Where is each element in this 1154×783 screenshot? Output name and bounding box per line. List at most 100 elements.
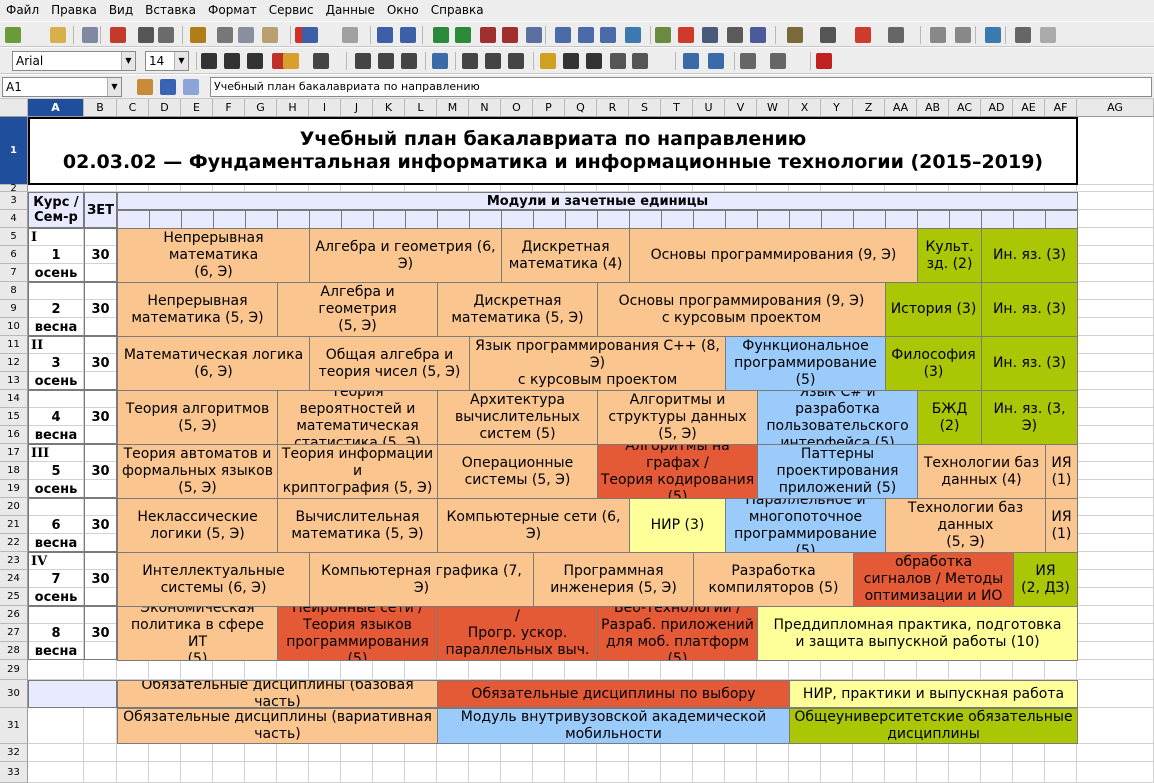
header-course[interactable]: Курс / Сем-р — [28, 192, 84, 228]
column-header[interactable]: G — [245, 99, 277, 117]
font-name-box[interactable]: Arial ▼ — [12, 51, 136, 71]
legend-item[interactable]: Обязательные дисциплины (базовая часть) — [117, 680, 438, 708]
row-header[interactable]: 1 — [0, 117, 28, 185]
chart-icon[interactable] — [678, 27, 694, 43]
season-label[interactable]: осень — [28, 588, 84, 606]
module-block[interactable]: БЖД (2) — [917, 390, 982, 445]
draw-functions-icon[interactable] — [787, 27, 803, 43]
hand-icon[interactable] — [888, 27, 904, 43]
menu-item[interactable]: Окно — [381, 0, 425, 21]
season-label[interactable]: осень — [28, 480, 84, 498]
semester-number[interactable]: 2 — [28, 300, 84, 318]
module-block[interactable]: Функциональное программирование (5) — [725, 336, 886, 391]
module-subheader-cell[interactable] — [309, 210, 342, 229]
hide-icon[interactable] — [816, 53, 832, 69]
zoom-window-icon[interactable] — [955, 27, 971, 43]
column-header[interactable]: AC — [949, 99, 981, 117]
module-subheader-cell[interactable] — [565, 210, 598, 229]
menu-item[interactable]: Формат — [202, 0, 263, 21]
chevron-down-icon[interactable]: ▼ — [174, 52, 188, 70]
module-block[interactable]: Язык программирования C++ (8, Э) с курсо… — [469, 336, 726, 391]
module-block[interactable]: Алгебра и геометрия (6, Э) — [309, 228, 502, 283]
module-subheader-cell[interactable] — [629, 210, 662, 229]
module-block[interactable]: ИЯ (1) — [1045, 444, 1078, 499]
image-icon[interactable] — [655, 27, 671, 43]
row-header[interactable]: 22 — [0, 534, 28, 552]
spelling-icon[interactable] — [377, 27, 393, 43]
legend-item[interactable]: Общеуниверситетские обязательные дисципл… — [789, 708, 1078, 744]
zet-value[interactable]: 30 — [84, 624, 117, 642]
open-icon[interactable] — [50, 27, 66, 43]
module-block[interactable]: Алгоритмы и структуры данных (5, Э) — [597, 390, 758, 445]
underline-icon[interactable] — [247, 53, 263, 69]
copy-icon[interactable] — [238, 27, 254, 43]
row-header[interactable]: 9 — [0, 300, 28, 318]
column-header[interactable]: F — [213, 99, 245, 117]
module-block[interactable]: Математическая логика (6, Э) — [117, 336, 310, 391]
module-block[interactable]: Архитектура вычислительных систем (5) — [437, 390, 598, 445]
column-header[interactable]: Q — [565, 99, 597, 117]
row-header[interactable]: 21 — [0, 516, 28, 534]
indent-decrease-icon[interactable] — [683, 53, 699, 69]
module-subheader-cell[interactable] — [501, 210, 534, 229]
column-header[interactable]: I — [309, 99, 341, 117]
bold-icon[interactable] — [201, 53, 217, 69]
module-subheader-cell[interactable] — [757, 210, 790, 229]
legend-item[interactable]: Обязательные дисциплины (вариативная час… — [117, 708, 438, 744]
module-block[interactable]: ИЯ (1) — [1045, 498, 1078, 553]
row-header[interactable]: 11 — [0, 336, 28, 354]
module-subheader-cell[interactable] — [469, 210, 502, 229]
module-subheader-cell[interactable] — [149, 210, 182, 229]
module-block[interactable]: Ин. яз. (3) — [981, 228, 1078, 283]
module-block[interactable]: НИР (3) — [629, 498, 726, 553]
module-subheader-cell[interactable] — [213, 210, 246, 229]
column-header[interactable]: T — [661, 99, 693, 117]
module-block[interactable]: Компьютерные сети (6, Э) — [437, 498, 630, 553]
row-header[interactable]: 6 — [0, 246, 28, 264]
row-header[interactable]: 13 — [0, 372, 28, 390]
menu-item[interactable]: Файл — [0, 0, 45, 21]
delete-cols-icon[interactable] — [502, 27, 518, 43]
module-block[interactable]: Основы программирования (9, Э) с курсовы… — [597, 282, 886, 337]
module-block[interactable]: Технологии баз данных (4) — [917, 444, 1046, 499]
row-header[interactable]: 7 — [0, 264, 28, 282]
chevron-down-icon[interactable]: ▼ — [121, 52, 135, 70]
module-block[interactable]: Цифровая обработка сигналов / Методы опт… — [853, 552, 1014, 607]
indent-increase-icon[interactable] — [708, 53, 724, 69]
module-block[interactable]: Культ. зд. (2) — [917, 228, 982, 283]
row-header[interactable]: 10 — [0, 318, 28, 336]
module-subheader-cell[interactable] — [533, 210, 566, 229]
module-subheader-cell[interactable] — [693, 210, 726, 229]
justify-icon[interactable] — [401, 53, 417, 69]
column-header[interactable]: AA — [885, 99, 917, 117]
column-header[interactable]: L — [405, 99, 437, 117]
season-label[interactable]: осень — [28, 264, 84, 282]
menu-item[interactable]: Вставка — [139, 0, 202, 21]
zet-value[interactable]: 30 — [84, 516, 117, 534]
module-block[interactable]: Дискретная математика (5, Э) — [437, 282, 598, 337]
column-header[interactable]: K — [373, 99, 405, 117]
formula-input[interactable]: Учебный план бакалавриата по направлению — [210, 77, 1152, 97]
row-header[interactable]: 20 — [0, 498, 28, 516]
spreadsheet-grid[interactable]: A B C D E F G H I J K L M N O P Q R S T U V W X Y Z AA AB AC AD AE AF AG… — [0, 99, 1154, 783]
column-header[interactable]: E — [181, 99, 213, 117]
print-icon[interactable] — [138, 27, 154, 43]
function-wizard-icon[interactable] — [137, 79, 153, 95]
module-subheader-cell[interactable] — [373, 210, 406, 229]
module-subheader-cell[interactable] — [341, 210, 374, 229]
row-header[interactable]: 3 — [0, 192, 28, 210]
column-header[interactable]: AB — [917, 99, 949, 117]
season-label[interactable]: весна — [28, 426, 84, 444]
row-header[interactable]: 16 — [0, 426, 28, 444]
module-subheader-cell[interactable] — [1045, 210, 1078, 229]
zoom-icon[interactable] — [930, 27, 946, 43]
menu-item[interactable]: Данные — [320, 0, 381, 21]
align-top-icon[interactable] — [462, 53, 478, 69]
align-center-icon[interactable] — [355, 53, 371, 69]
module-block[interactable]: Алгоритмы на графах / Теория кодирования… — [597, 444, 758, 499]
row-header[interactable]: 12 — [0, 354, 28, 372]
header-modules[interactable]: Модули и зачетные единицы — [117, 192, 1078, 210]
row-header[interactable]: 33 — [0, 762, 28, 783]
filter-icon[interactable] — [985, 27, 1001, 43]
module-subheader-cell[interactable] — [181, 210, 214, 229]
